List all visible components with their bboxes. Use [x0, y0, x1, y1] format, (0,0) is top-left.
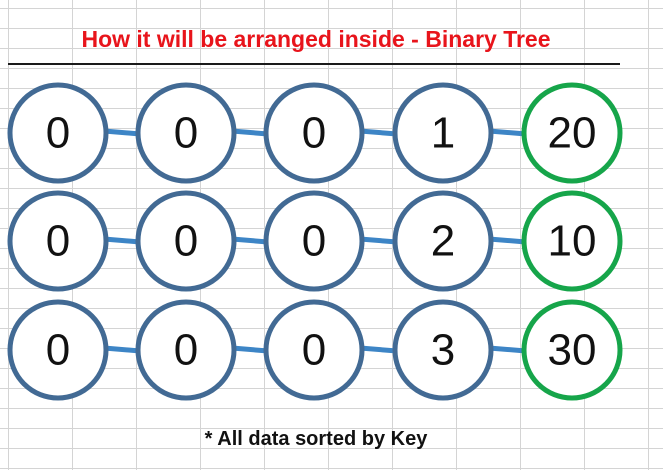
node-row-3: 0 0 0 3 30	[7, 299, 623, 401]
value-node-label: 0	[46, 326, 70, 375]
connector-line	[359, 128, 398, 137]
key-node-label: 10	[548, 217, 597, 266]
connector-line	[488, 345, 527, 354]
value-node-label: 0	[46, 217, 70, 266]
key-node: 30	[521, 299, 623, 401]
value-node-label: 0	[174, 217, 198, 266]
value-node-label: 0	[302, 326, 326, 375]
connector-line	[103, 345, 141, 354]
key-node-label: 20	[548, 109, 597, 158]
connector-line	[231, 128, 269, 137]
value-node: 0	[135, 190, 237, 292]
value-node: 0	[135, 299, 237, 401]
value-node-label: 2	[431, 217, 455, 266]
value-node: 0	[7, 82, 109, 184]
connector-line	[231, 345, 269, 354]
key-node: 20	[521, 82, 623, 184]
value-node-label: 0	[174, 109, 198, 158]
connector-line	[359, 236, 398, 245]
key-node-label: 30	[548, 326, 597, 375]
value-node-label: 0	[174, 326, 198, 375]
value-node: 0	[7, 190, 109, 292]
value-node-label: 3	[431, 326, 455, 375]
key-node: 10	[521, 190, 623, 292]
footnote: * All data sorted by Key	[204, 428, 428, 450]
node-row-1: 0 0 0 1 20	[7, 82, 623, 184]
value-node-label: 0	[46, 109, 70, 158]
node-row-2: 0 0 0 2 10	[7, 190, 623, 292]
binary-tree-diagram: 0 0 0 1 20 0 0 0 2 10 0 0 0 3 30	[7, 82, 623, 401]
connector-line	[231, 236, 269, 245]
connector-line	[359, 345, 398, 354]
connector-line	[488, 128, 527, 137]
value-node: 0	[263, 190, 365, 292]
connector-line	[103, 236, 141, 245]
value-node-label: 0	[302, 217, 326, 266]
connector-line	[103, 128, 141, 137]
value-node-label: 0	[302, 109, 326, 158]
connector-line	[488, 236, 527, 245]
value-node: 0	[263, 299, 365, 401]
value-node: 3	[392, 299, 494, 401]
value-node: 0	[135, 82, 237, 184]
value-node: 0	[263, 82, 365, 184]
value-node-label: 1	[431, 109, 455, 158]
value-node: 1	[392, 82, 494, 184]
value-node: 2	[392, 190, 494, 292]
value-node: 0	[7, 299, 109, 401]
